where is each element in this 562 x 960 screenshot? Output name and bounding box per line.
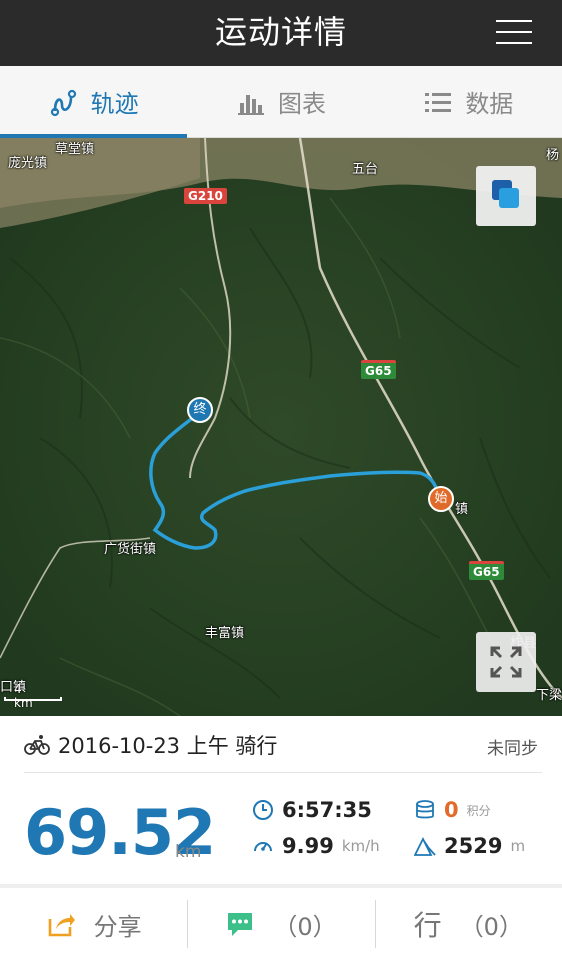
comment-icon — [228, 913, 253, 936]
road-shield-g65: G65 — [469, 561, 504, 580]
map-label-fengfu: 丰富镇 — [205, 626, 245, 641]
road-shield-g210: G210 — [184, 188, 227, 204]
xing-button[interactable]: 行 （0） — [374, 888, 562, 960]
points-unit: 积分 — [466, 803, 491, 818]
duration-stat: 6:57:35 — [252, 798, 372, 822]
bar-chart-icon — [237, 94, 264, 115]
map-layer-button[interactable] — [476, 166, 536, 226]
share-label: 分享 — [93, 912, 142, 941]
distance-unit: km — [175, 842, 202, 862]
track-route-icon — [50, 89, 76, 116]
speedometer-icon — [254, 842, 272, 852]
stats-panel: 69.52 km 6:57:35 0 积分 9.99 km/h 2529 m — [0, 774, 562, 884]
duration-value: 6:57:35 — [282, 798, 372, 822]
tab-data-label: 数据 — [465, 90, 514, 118]
map-label-xiaqu: 下梁 — [536, 688, 562, 703]
bicycle-icon — [24, 735, 50, 755]
app-header: 运动详情 — [0, 0, 562, 66]
activity-date-label: 2016-10-23 上午 骑行 — [58, 734, 278, 758]
coins-icon — [416, 800, 434, 819]
speed-stat: 9.99 km/h — [252, 834, 380, 858]
elevation-stat: 2529 m — [414, 834, 525, 858]
elevation-value: 2529 — [444, 834, 503, 858]
bottom-action-bar: 分享 （0） 行 （0） — [0, 888, 562, 960]
divider — [24, 772, 542, 773]
map-scale-bar — [4, 697, 62, 701]
list-icon — [425, 92, 452, 112]
tab-chart[interactable]: 图表 — [187, 66, 374, 137]
comment-button[interactable]: （0） — [187, 888, 374, 960]
tab-bar: 轨迹 图表 数据 — [0, 66, 562, 138]
tab-track-label: 轨迹 — [90, 90, 139, 118]
map-fullscreen-button[interactable] — [476, 632, 536, 692]
page-title: 运动详情 — [214, 13, 347, 51]
share-button[interactable]: 分享 — [0, 888, 187, 960]
tab-chart-label: 图表 — [277, 90, 326, 118]
tab-data[interactable]: 数据 — [375, 66, 562, 137]
clock-icon — [253, 800, 273, 820]
route-map[interactable]: 庞光镇 草堂镇 五台 杨 广货街镇 丰富镇 镇 柞县 下梁 口镇 G210 G6… — [0, 138, 562, 716]
activity-date: 2016-10-23 上午 骑行 — [24, 730, 277, 760]
activity-info-row: 2016-10-23 上午 骑行 未同步 — [0, 716, 562, 774]
map-label-guanghuo: 广货街镇 — [104, 542, 157, 557]
road-shield-g65: G65 — [361, 360, 396, 379]
xing-count: （0） — [459, 912, 523, 941]
map-label-wutai: 五台 — [352, 162, 379, 177]
mountain-icon — [414, 836, 436, 856]
map-label-caotang: 草堂镇 — [55, 142, 95, 157]
speed-unit: km/h — [341, 837, 380, 855]
route-start-marker[interactable]: 始 — [428, 486, 454, 512]
sync-status: 未同步 — [487, 739, 538, 759]
elevation-unit: m — [510, 837, 526, 855]
points-value: 0 — [444, 798, 459, 822]
comment-count: （0） — [273, 912, 337, 941]
tab-track[interactable]: 轨迹 — [0, 66, 188, 138]
map-scale-label: 4 km — [14, 682, 33, 710]
map-label-town: 镇 — [455, 502, 469, 517]
hamburger-menu-icon[interactable] — [496, 18, 532, 46]
share-icon — [48, 914, 75, 937]
xing-icon-char: 行 — [413, 909, 442, 942]
map-label-pangguang: 庞光镇 — [8, 156, 48, 171]
map-label-yang: 杨 — [546, 148, 560, 163]
route-end-marker[interactable]: 终 — [187, 397, 213, 423]
points-stat: 0 积分 — [414, 798, 491, 822]
expand-icon — [490, 646, 522, 678]
speed-value: 9.99 — [282, 834, 334, 858]
layers-icon — [492, 180, 519, 208]
